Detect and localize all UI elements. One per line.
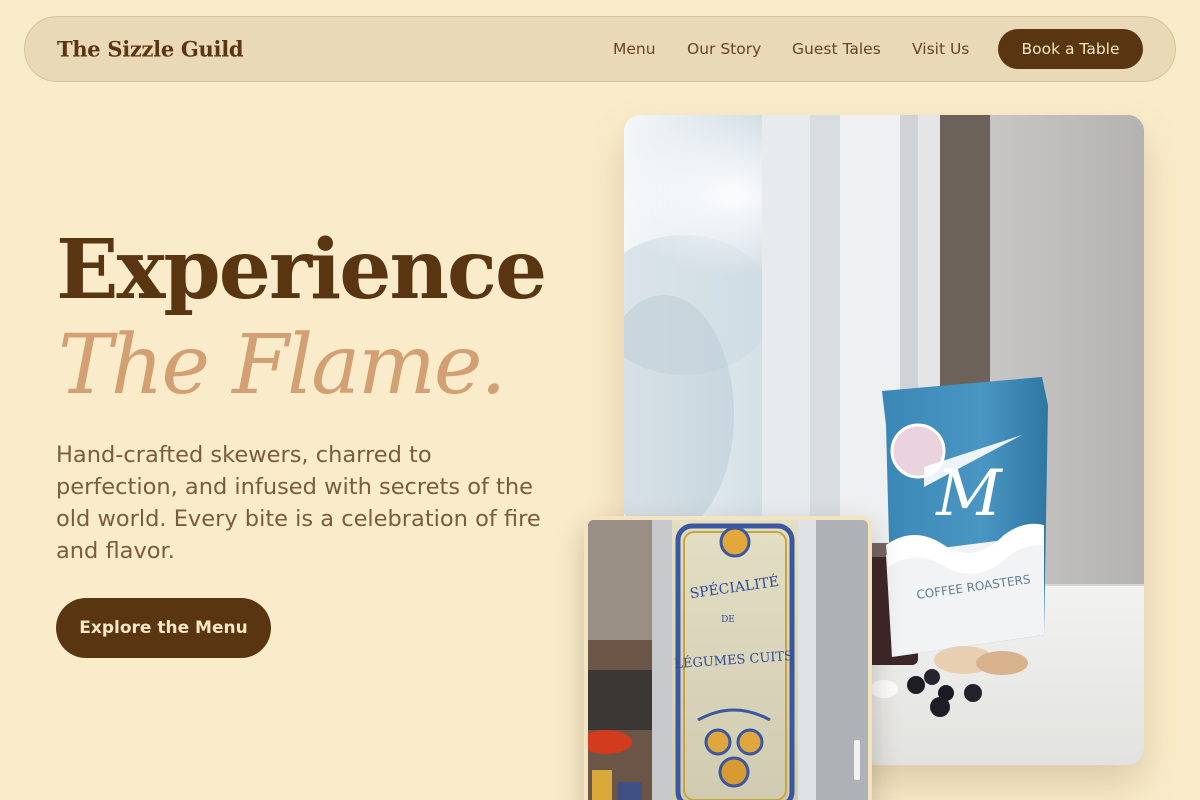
- book-table-button[interactable]: Book a Table: [998, 29, 1143, 69]
- nav-link-visit-us[interactable]: Visit Us: [912, 40, 969, 58]
- nav-link-our-story[interactable]: Our Story: [687, 40, 761, 58]
- hero-headline: Experience: [56, 222, 547, 318]
- sign-line-2: DE: [721, 615, 735, 625]
- sign-photo-illustration: SPÉCIALITÉ DE LÉGUMES CUITS: [588, 520, 868, 800]
- bag-brand-mark: M: [935, 457, 1003, 531]
- explore-menu-button[interactable]: Explore the Menu: [56, 598, 271, 658]
- nav-link-guest-tales[interactable]: Guest Tales: [792, 40, 881, 58]
- navbar: The Sizzle Guild Menu Our Story Guest Ta…: [24, 16, 1176, 82]
- brand-logo[interactable]: The Sizzle Guild: [57, 37, 244, 62]
- hero-headline-accent: The Flame.: [58, 318, 506, 413]
- nav-link-menu[interactable]: Menu: [613, 40, 656, 58]
- hero-description: Hand-crafted skewers, charred to perfect…: [56, 442, 541, 564]
- hero-photo-sign: SPÉCIALITÉ DE LÉGUMES CUITS: [584, 516, 872, 800]
